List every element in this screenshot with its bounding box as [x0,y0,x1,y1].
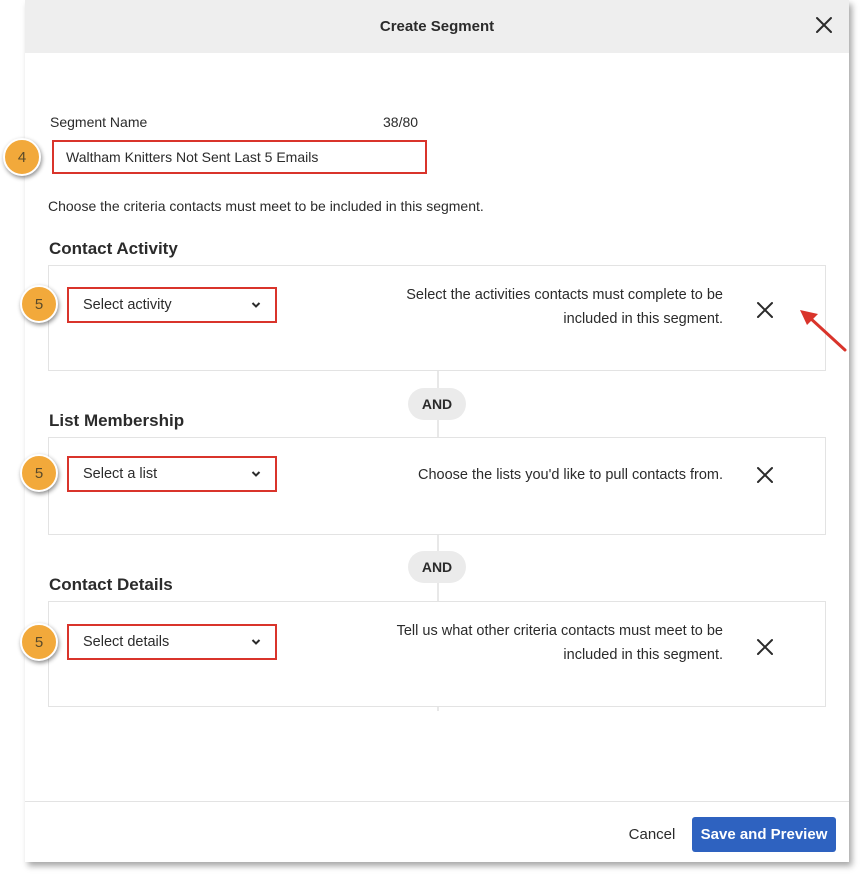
step-badge: 5 [20,623,58,661]
dialog-header: Create Segment [25,0,849,53]
footer-divider [25,801,849,802]
cancel-button[interactable]: Cancel [617,817,687,851]
section-title-list-membership: List Membership [49,411,185,430]
character-counter: 38/80 [383,114,419,130]
select-details-dropdown[interactable]: Select details [67,624,277,660]
select-details-label: Select details [83,634,170,650]
and-connector-badge: AND [408,551,466,583]
save-and-preview-button[interactable]: Save and Preview [692,817,836,852]
section-title-contact-details: Contact Details [49,575,173,594]
annotation-arrow-icon [800,310,847,352]
activity-help-text: Select the activities contacts must comp… [406,287,723,327]
step-badge: 4 [3,138,41,176]
select-list-dropdown[interactable]: Select a list [67,456,277,492]
connector-line [437,707,439,711]
and-connector-badge: AND [408,388,466,420]
section-title-contact-activity: Contact Activity [49,239,178,258]
chevron-down-icon [251,471,261,477]
dialog-title: Create Segment [379,18,495,35]
remove-details-icon[interactable] [756,638,774,656]
chevron-down-icon [251,639,261,645]
contact-details-card: Select details Tell us what other criter… [48,601,826,707]
create-segment-dialog: Create Segment Segment Name 38/80 Choose… [25,0,849,862]
list-help-text: Choose the lists you'd like to pull cont… [418,467,723,483]
segment-name-label: Segment Name [50,114,148,130]
select-activity-label: Select activity [83,297,172,313]
select-list-label: Select a list [83,466,158,482]
select-activity-dropdown[interactable]: Select activity [67,287,277,323]
step-badge: 5 [20,285,58,323]
segment-name-input[interactable] [52,140,427,174]
details-help-text: Tell us what other criteria contacts mus… [396,623,723,663]
chevron-down-icon [251,302,261,308]
close-icon[interactable] [815,16,833,34]
list-membership-card: Select a list Choose the lists you'd lik… [48,437,826,535]
intro-text: Choose the criteria contacts must meet t… [48,198,484,214]
step-badge: 5 [20,454,58,492]
contact-activity-card: Select activity Select the activities co… [48,265,826,371]
remove-list-icon[interactable] [756,466,774,484]
remove-activity-icon[interactable] [756,301,774,319]
